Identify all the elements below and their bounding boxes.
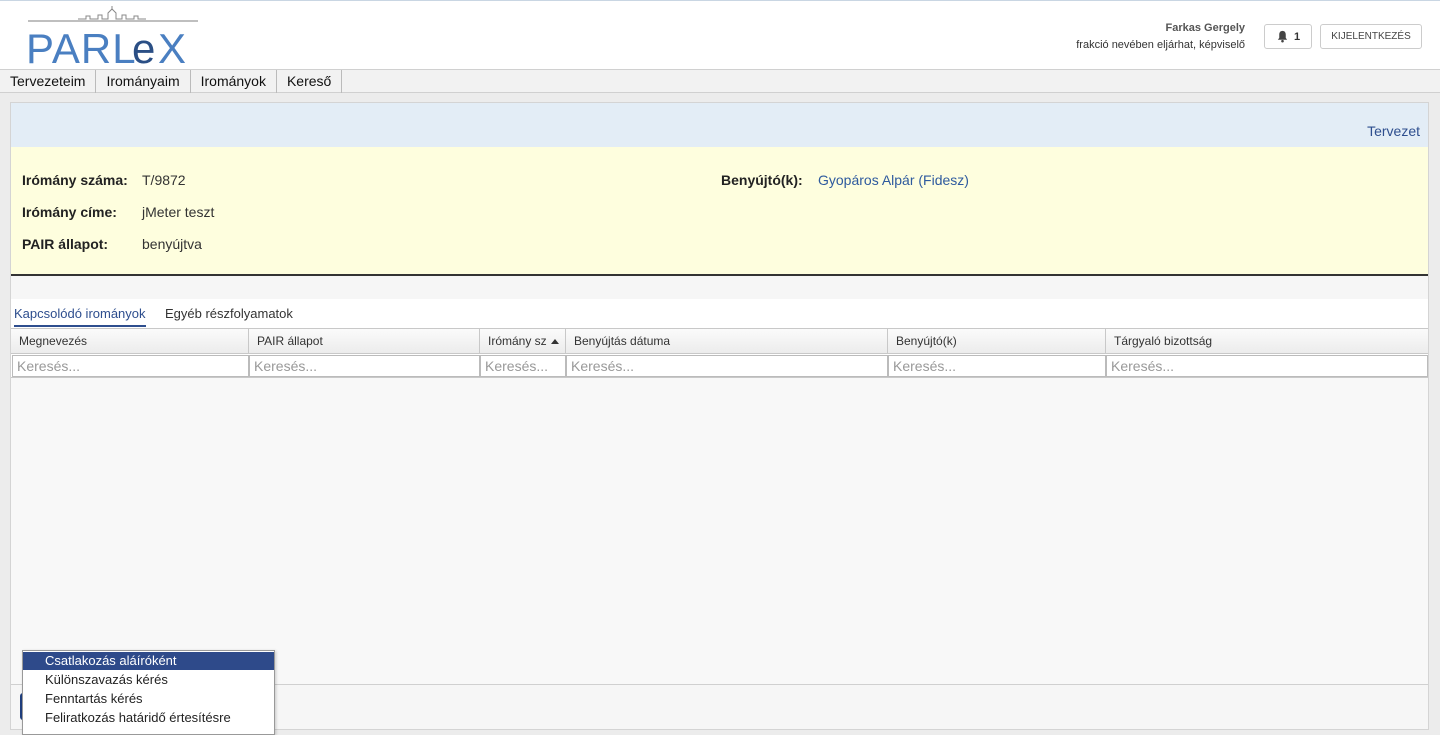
notification-count: 1 — [1293, 30, 1301, 43]
menu-item-iromanyaim[interactable]: Irományaim — [96, 70, 191, 93]
user-role: frakció nevében eljárhat, képviselő — [1076, 39, 1245, 51]
tervezet-link[interactable]: Tervezet — [1367, 123, 1420, 139]
column-header-megnevezes[interactable]: Megnevezés — [11, 329, 249, 354]
grid-header: Megnevezés PAIR állapot Irómány sz Benyú… — [11, 329, 1428, 354]
column-header-iromany-szama[interactable]: Irómány sz — [480, 329, 566, 354]
column-header-benyujtas-datuma[interactable]: Benyújtás dátuma — [566, 329, 888, 354]
title-label: Irómány címe: — [22, 204, 117, 220]
document-info: Irómány száma: T/9872 Irómány címe: jMet… — [11, 147, 1428, 276]
svg-text:X: X — [158, 25, 186, 67]
top-bar: PARL e X Farkas Gergely frakció nevében … — [0, 0, 1440, 70]
column-header-pair-allapot[interactable]: PAIR állapot — [249, 329, 480, 354]
sort-ascending-icon — [551, 339, 559, 344]
logo-text: PARL — [26, 25, 137, 67]
filter-iromany-szama[interactable] — [480, 355, 566, 377]
filter-megnevezes[interactable] — [12, 355, 249, 377]
column-header-label: Irómány sz — [488, 334, 547, 348]
user-info: Farkas Gergely frakció nevében eljárhat,… — [1076, 22, 1245, 51]
number-label: Irómány száma: — [22, 172, 128, 188]
filter-targyalo-bizottsag[interactable] — [1106, 355, 1428, 377]
title-value: jMeter teszt — [142, 204, 215, 220]
menu-item-kereso[interactable]: Kereső — [277, 70, 343, 93]
action-dropdown-menu: Csatlakozás aláíróként Különszavazás kér… — [22, 650, 275, 735]
user-name: Farkas Gergely — [1165, 22, 1246, 34]
column-header-targyalo-bizottsag[interactable]: Tárgyaló bizottság — [1106, 329, 1428, 354]
tab-bar: Kapcsolódó irományok Egyéb részfolyamato… — [11, 299, 1428, 329]
number-value: T/9872 — [142, 172, 186, 188]
submitter-link[interactable]: Gyopáros Alpár (Fidesz) — [818, 172, 969, 188]
tab-egyeb-reszfolyamatok[interactable]: Egyéb részfolyamatok — [165, 306, 293, 325]
bell-icon — [1277, 30, 1288, 43]
menu-item-iromanyok[interactable]: Irományok — [191, 70, 277, 93]
filter-benyujtas-datuma[interactable] — [566, 355, 888, 377]
notification-button[interactable]: 1 — [1264, 24, 1312, 49]
panel-header: Tervezet — [11, 103, 1428, 147]
menu-item-tervezeteim[interactable]: Tervezeteim — [0, 70, 97, 93]
svg-text:e: e — [132, 25, 155, 67]
status-value: benyújtva — [142, 236, 202, 252]
filter-benyujtok[interactable] — [888, 355, 1106, 377]
dropdown-item-feliratkozas[interactable]: Feliratkozás határidő értesítésre — [23, 709, 274, 727]
tab-kapcsolodo-iromanyok[interactable]: Kapcsolódó irományok — [14, 306, 146, 327]
parlex-logo: PARL e X — [26, 6, 198, 67]
status-label: PAIR állapot: — [22, 236, 109, 252]
filter-pair-allapot[interactable] — [249, 355, 480, 377]
dropdown-item-fenntartas[interactable]: Fenntartás kérés — [23, 690, 274, 708]
dropdown-item-kulonszavazas[interactable]: Különszavazás kérés — [23, 671, 274, 689]
document-panel: Tervezet Irómány száma: T/9872 Irómány c… — [10, 102, 1429, 730]
filter-row — [11, 354, 1428, 378]
related-documents-grid: Megnevezés PAIR állapot Irómány sz Benyú… — [11, 329, 1428, 685]
submitter-label: Benyújtó(k): — [721, 172, 803, 188]
logout-button[interactable]: KIJELENTKEZÉS — [1320, 24, 1422, 49]
dropdown-item-csatlakozas[interactable]: Csatlakozás aláíróként — [23, 652, 274, 670]
main-menu: Tervezeteim Irományaim Irományok Kereső — [0, 70, 1440, 93]
column-header-benyujtok[interactable]: Benyújtó(k) — [888, 329, 1106, 354]
